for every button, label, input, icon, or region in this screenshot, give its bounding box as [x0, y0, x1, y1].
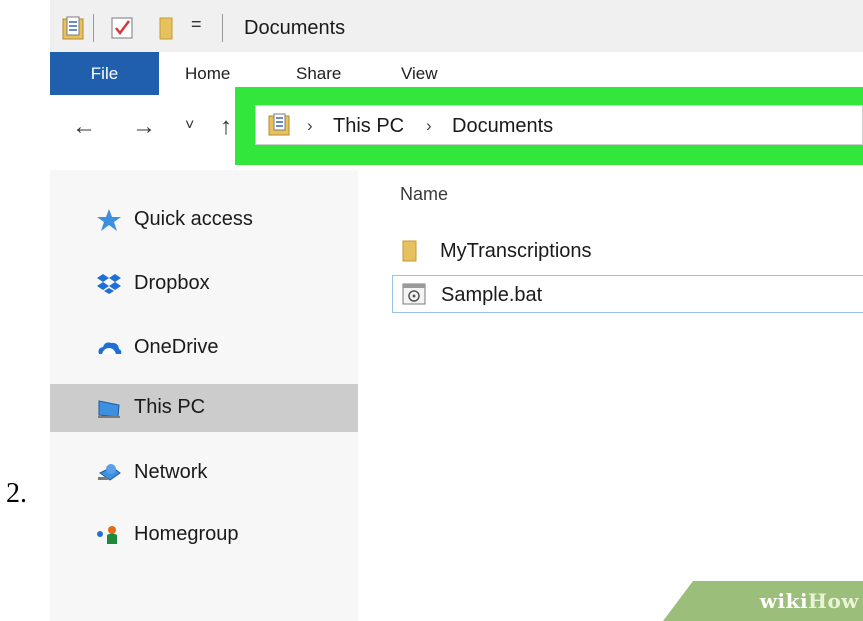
- back-button[interactable]: ←: [72, 113, 96, 141]
- file-name: Sample.bat: [441, 284, 543, 306]
- navigation-bar: ← → ˅ ↑ › This PC › Documents: [50, 87, 863, 170]
- wikihow-watermark: wikiHow: [663, 581, 863, 621]
- forward-button[interactable]: →: [132, 113, 156, 141]
- folder-icon: [401, 240, 419, 267]
- navigation-pane: Quick access Dropbox OneDrive This PC Ne…: [50, 170, 358, 621]
- sidebar-item-onedrive[interactable]: OneDrive: [50, 324, 358, 372]
- file-explorer-window: = Documents File Home Share View ← → ˅ ↑: [50, 0, 863, 621]
- sidebar-item-label: This PC: [134, 396, 206, 418]
- up-button[interactable]: ↑: [220, 113, 232, 141]
- title-bar: = Documents: [50, 0, 863, 52]
- list-item[interactable]: MyTranscriptions: [392, 232, 863, 270]
- star-icon: [96, 208, 122, 232]
- sidebar-item-homegroup[interactable]: Homegroup: [50, 511, 358, 559]
- network-icon: [96, 461, 122, 485]
- sidebar-item-label: Quick access: [134, 208, 253, 230]
- file-name: MyTranscriptions: [440, 240, 592, 262]
- sidebar-item-label: Homegroup: [134, 523, 239, 545]
- sidebar-item-dropbox[interactable]: Dropbox: [50, 260, 358, 308]
- homegroup-icon: [96, 523, 122, 547]
- sidebar-item-quick-access[interactable]: Quick access: [50, 196, 358, 244]
- title-separator: [93, 14, 94, 42]
- documents-folder-icon: [268, 113, 290, 142]
- dropbox-icon: [96, 272, 122, 296]
- properties-icon[interactable]: [62, 16, 84, 45]
- column-header-name[interactable]: Name: [400, 184, 448, 205]
- checkmark-icon[interactable]: [110, 16, 134, 45]
- file-list-pane: Name MyTranscriptions Sample.bat wikiHow: [358, 170, 863, 621]
- batch-file-icon: [402, 283, 426, 310]
- onedrive-cloud-icon: [96, 336, 122, 360]
- address-bar[interactable]: › This PC › Documents: [255, 105, 863, 145]
- new-folder-icon[interactable]: [158, 16, 174, 45]
- sidebar-item-label: Network: [134, 461, 208, 483]
- step-number: 2.: [6, 478, 27, 509]
- list-item[interactable]: Sample.bat: [392, 275, 863, 313]
- watermark-text: wikiHow: [759, 589, 859, 613]
- customize-toolbar-dropdown[interactable]: =: [191, 14, 202, 35]
- sidebar-item-this-pc[interactable]: This PC: [50, 384, 358, 432]
- sidebar-item-network[interactable]: Network: [50, 449, 358, 497]
- tab-file[interactable]: File: [50, 52, 159, 95]
- breadcrumb-separator-icon[interactable]: ›: [307, 116, 313, 136]
- breadcrumb-documents[interactable]: Documents: [452, 115, 553, 138]
- sidebar-item-label: OneDrive: [134, 336, 219, 358]
- recent-locations-button[interactable]: ˅: [185, 117, 194, 135]
- breadcrumb-separator-icon[interactable]: ›: [426, 116, 432, 136]
- sidebar-item-label: Dropbox: [134, 272, 210, 294]
- window-title: Documents: [244, 17, 346, 39]
- tab-home[interactable]: Home: [185, 52, 230, 95]
- breadcrumb-this-pc[interactable]: This PC: [333, 115, 404, 138]
- computer-icon: [96, 396, 122, 420]
- title-separator: [222, 14, 223, 42]
